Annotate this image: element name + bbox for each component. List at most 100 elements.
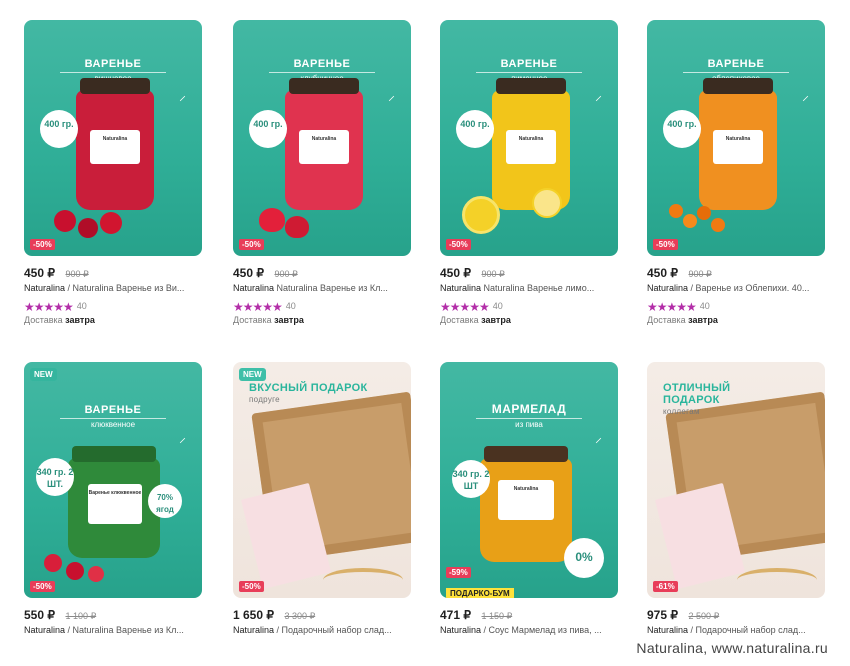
jar-label: Naturalina [102,136,128,142]
cherry-icon [54,210,76,232]
gift-subtitle: коллегам [663,407,700,416]
discount-badge: -59% [446,567,471,578]
jar-label: Naturalina [311,136,337,142]
product-card[interactable]: NEW ВКУСНЫЙ ПОДАРОК подруге -50% 1 650 ₽ … [233,362,411,635]
discount-badge: -50% [239,581,264,592]
gift-title: ВКУСНЫЙ ПОДАРОК подруге [249,382,369,406]
jar-label: Naturalina [518,136,544,142]
product-title: / Соус Мармелад из пива, ... [481,625,602,635]
product-image[interactable]: ВАРЕНЬЕ вишневое ⸝ Naturalina 400 гр. -5… [24,20,202,256]
delivery-day: завтра [688,315,718,325]
product-title: / Подарочный набор слад... [274,625,392,635]
product-title: Naturalina Варенье из Кл... [274,283,388,293]
cranberry-icon [88,566,104,582]
discount-badge: -61% [653,581,678,592]
rating-count: 40 [492,301,503,311]
old-price: 2 500 ₽ [688,611,720,621]
product-image[interactable]: ВАРЕНЬЕ облепиховое ⸝ Naturalina 400 гр.… [647,20,825,256]
rating-count: 40 [699,301,710,311]
price: 450 ₽ [647,266,678,280]
price: 471 ₽ [440,608,471,622]
weight-badge: 400 гр. [249,110,287,148]
jar-illustration: Naturalina [76,78,154,210]
sea-buckthorn-icon [697,206,711,220]
product-card[interactable]: ВАРЕНЬЕ облепиховое ⸝ Naturalina 400 гр.… [647,20,825,325]
discount-badge: -50% [653,239,678,250]
jar-illustration: Naturalina [699,78,777,210]
ribbon-illustration [737,568,817,592]
brand-name: Naturalina [24,283,66,293]
delivery-label: Доставка [24,315,66,325]
product-name[interactable]: Naturalina / Варенье из Облепихи. 40... [647,283,823,293]
discount-badge: -50% [30,581,55,592]
product-image[interactable]: МАРМЕЛАД из пива ⸝ Naturalina 340 гр. 2 … [440,362,618,598]
lemon-icon [462,196,500,234]
product-name[interactable]: Naturalina / Naturalina Варенье из Ви... [24,283,200,293]
star-icons: ★★★★★ [233,300,283,314]
delivery-day: завтра [274,315,304,325]
banner-title: ВАРЕНЬЕ [84,404,142,416]
discount-badge: -50% [239,239,264,250]
image-banner: ВАРЕНЬЕ клюквенное [60,404,166,429]
product-name[interactable]: Naturalina Naturalina Варенье из Кл... [233,283,409,293]
product-image[interactable]: NEW ВАРЕНЬЕ клюквенное ⸝ Варенье клюквен… [24,362,202,598]
brand-name: Naturalina [440,625,482,635]
product-name[interactable]: Naturalina / Соус Мармелад из пива, ... [440,625,616,635]
old-price: 900 ₽ [688,269,712,279]
delivery-info: Доставка завтра [24,315,202,325]
brand-name: Naturalina [440,283,482,293]
product-card[interactable]: ВАРЕНЬЕ вишневое ⸝ Naturalina 400 гр. -5… [24,20,202,325]
brand-name: Naturalina [24,625,66,635]
delivery-label: Доставка [233,315,275,325]
product-name[interactable]: Naturalina / Подарочный набор слад... [647,625,823,635]
rating: ★★★★★ 40 [440,298,618,314]
banner-title: ВАРЕНЬЕ [707,58,765,70]
sparkle-icon: ⸝ [595,429,602,445]
price: 450 ₽ [440,266,471,280]
ribbon-illustration [323,568,403,592]
price: 975 ₽ [647,608,678,622]
brand-name: Naturalina [647,625,689,635]
product-card[interactable]: ОТЛИЧНЫЙ ПОДАРОК коллегам -61% 975 ₽ 2 50… [647,362,825,635]
delivery-info: Доставка завтра [233,315,411,325]
old-price: 900 ₽ [274,269,298,279]
sparkle-icon: ⸝ [179,87,186,103]
product-card[interactable]: NEW ВАРЕНЬЕ клюквенное ⸝ Варенье клюквен… [24,362,202,635]
banner-subtitle: клюквенное [60,418,166,429]
sparkle-icon: ⸝ [179,429,186,445]
product-image[interactable]: ВАРЕНЬЕ клубничное ⸝ Naturalina 400 гр. … [233,20,411,256]
price: 1 650 ₽ [233,608,274,622]
product-name[interactable]: Naturalina Naturalina Варенье лимо... [440,283,616,293]
banner-subtitle: из пива [476,418,582,429]
weight-badge: 340 гр. 2 ШТ. [36,458,74,496]
discount-badge: -50% [30,239,55,250]
star-icons: ★★★★★ [24,300,74,314]
rating: ★★★★★ 40 [647,298,825,314]
star-icons: ★★★★★ [647,300,697,314]
rating: ★★★★★ 40 [233,298,411,314]
product-card[interactable]: МАРМЕЛАД из пива ⸝ Naturalina 340 гр. 2 … [440,362,618,635]
product-image[interactable]: NEW ВКУСНЫЙ ПОДАРОК подруге -50% [233,362,411,598]
product-name[interactable]: Naturalina / Naturalina Варенье из Кл... [24,625,200,635]
product-name[interactable]: Naturalina / Подарочный набор слад... [233,625,409,635]
discount-badge: -50% [446,239,471,250]
jar-illustration: Naturalina [492,78,570,210]
gift-title-text: ОТЛИЧНЫЙ ПОДАРОК [663,382,731,406]
product-title: / Naturalina Варенье из Кл... [65,625,184,635]
sparkle-icon: ⸝ [595,87,602,103]
jar-label: Варенье клюквенное [88,490,142,496]
brand-name: Naturalina [647,283,689,293]
gift-subtitle: подруге [249,395,280,404]
new-badge: NEW [239,368,266,381]
product-image[interactable]: ОТЛИЧНЫЙ ПОДАРОК коллегам -61% [647,362,825,598]
product-card[interactable]: ВАРЕНЬЕ клубничное ⸝ Naturalina 400 гр. … [233,20,411,325]
product-card[interactable]: ВАРЕНЬЕ лимонное ⸝ Naturalina 400 гр. -5… [440,20,618,325]
delivery-day: завтра [65,315,95,325]
star-icons: ★★★★★ [440,300,490,314]
product-title: / Варенье из Облепихи. 40... [688,283,810,293]
product-image[interactable]: ВАРЕНЬЕ лимонное ⸝ Naturalina 400 гр. -5… [440,20,618,256]
weight-badge: 400 гр. [663,110,701,148]
rating-count: 40 [76,301,87,311]
watermark: Naturalina, www.naturalina.ru [636,640,828,656]
sea-buckthorn-icon [711,218,725,232]
